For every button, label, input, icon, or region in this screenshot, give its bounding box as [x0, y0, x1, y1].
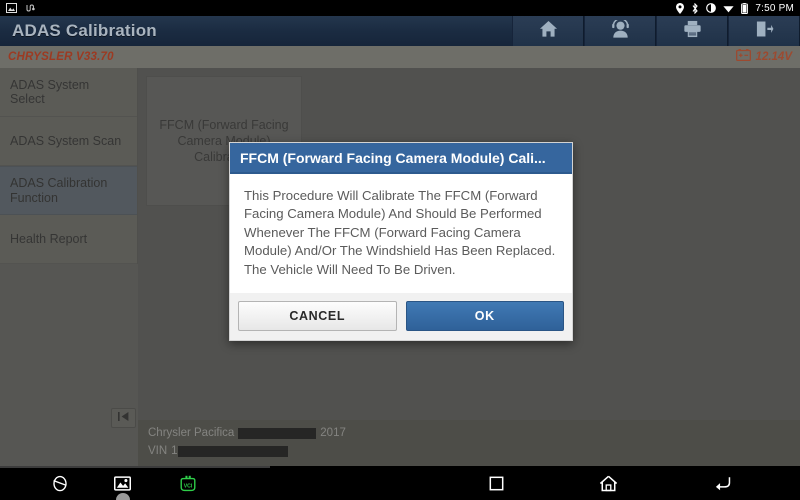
print-button[interactable]	[656, 16, 728, 46]
home-icon[interactable]	[599, 475, 618, 492]
car-battery-icon	[735, 48, 751, 66]
nav-bar-right-group	[489, 475, 800, 492]
status-bar-left-icons	[6, 3, 36, 13]
voltage-indicator: 12.14V	[735, 48, 792, 66]
screenshot-icon	[6, 3, 17, 13]
location-icon	[676, 2, 685, 14]
android-status-bar: 7:50 PM	[0, 0, 800, 16]
rotation-icon	[706, 3, 717, 13]
dialog-title: FFCM (Forward Facing Camera Module) Cali…	[230, 143, 572, 174]
vci-icon[interactable]: VCI	[177, 475, 199, 492]
page-title: ADAS Calibration	[12, 21, 157, 40]
exit-button[interactable]	[728, 16, 800, 46]
cancel-button[interactable]: CANCEL	[238, 301, 397, 332]
wifi-icon	[723, 4, 734, 13]
app-header: ADAS Calibration	[0, 16, 800, 46]
nav-bar-left-group: VCI	[0, 474, 199, 500]
bluetooth-icon	[691, 2, 699, 14]
battery-icon	[741, 2, 749, 14]
usb-icon	[25, 3, 36, 13]
brand-version-label: CHRYSLER V33.70	[8, 51, 114, 63]
app-screen: 7:50 PM ADAS Calibration CHRYSLER V33.70…	[0, 0, 800, 500]
gallery-icon[interactable]	[114, 475, 131, 500]
back-icon[interactable]	[713, 475, 732, 491]
dialog-button-row: CANCEL OK	[230, 293, 572, 341]
home-button[interactable]	[512, 16, 584, 46]
gallery-badge	[115, 492, 130, 500]
browser-icon[interactable]	[52, 474, 68, 492]
printer-icon	[683, 20, 702, 43]
android-nav-bar: VCI	[0, 466, 800, 500]
vehicle-version-bar: CHRYSLER V33.70 12.14V	[0, 46, 800, 68]
status-bar-clock: 7:50 PM	[755, 2, 794, 14]
status-bar-right-icons: 7:50 PM	[676, 2, 794, 14]
dialog-message: This Procedure Will Calibrate The FFCM (…	[230, 174, 572, 294]
svg-text:VCI: VCI	[184, 483, 193, 489]
exit-icon	[755, 20, 774, 43]
support-button[interactable]	[584, 16, 656, 46]
calibration-confirm-dialog: FFCM (Forward Facing Camera Module) Cali…	[229, 142, 573, 342]
ok-button[interactable]: OK	[405, 301, 564, 332]
nav-progress-line	[0, 466, 270, 468]
home-icon	[539, 20, 558, 43]
recents-icon[interactable]	[489, 476, 504, 491]
headset-icon	[611, 17, 630, 43]
header-action-bar	[512, 16, 800, 46]
voltage-value: 12.14V	[755, 51, 792, 63]
